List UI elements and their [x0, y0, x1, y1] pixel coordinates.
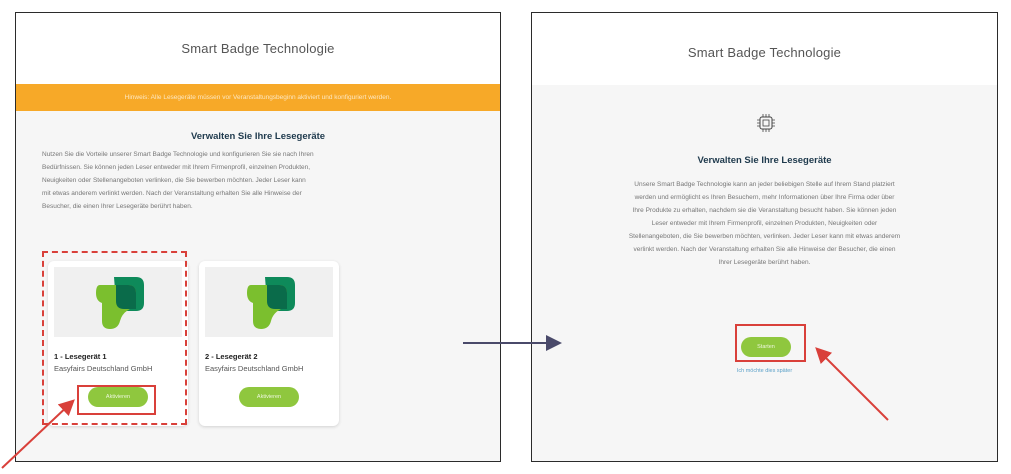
pointer-arrow [1, 399, 75, 469]
pointer-arrow [815, 347, 889, 421]
annotation-arrows [1, 335, 889, 469]
